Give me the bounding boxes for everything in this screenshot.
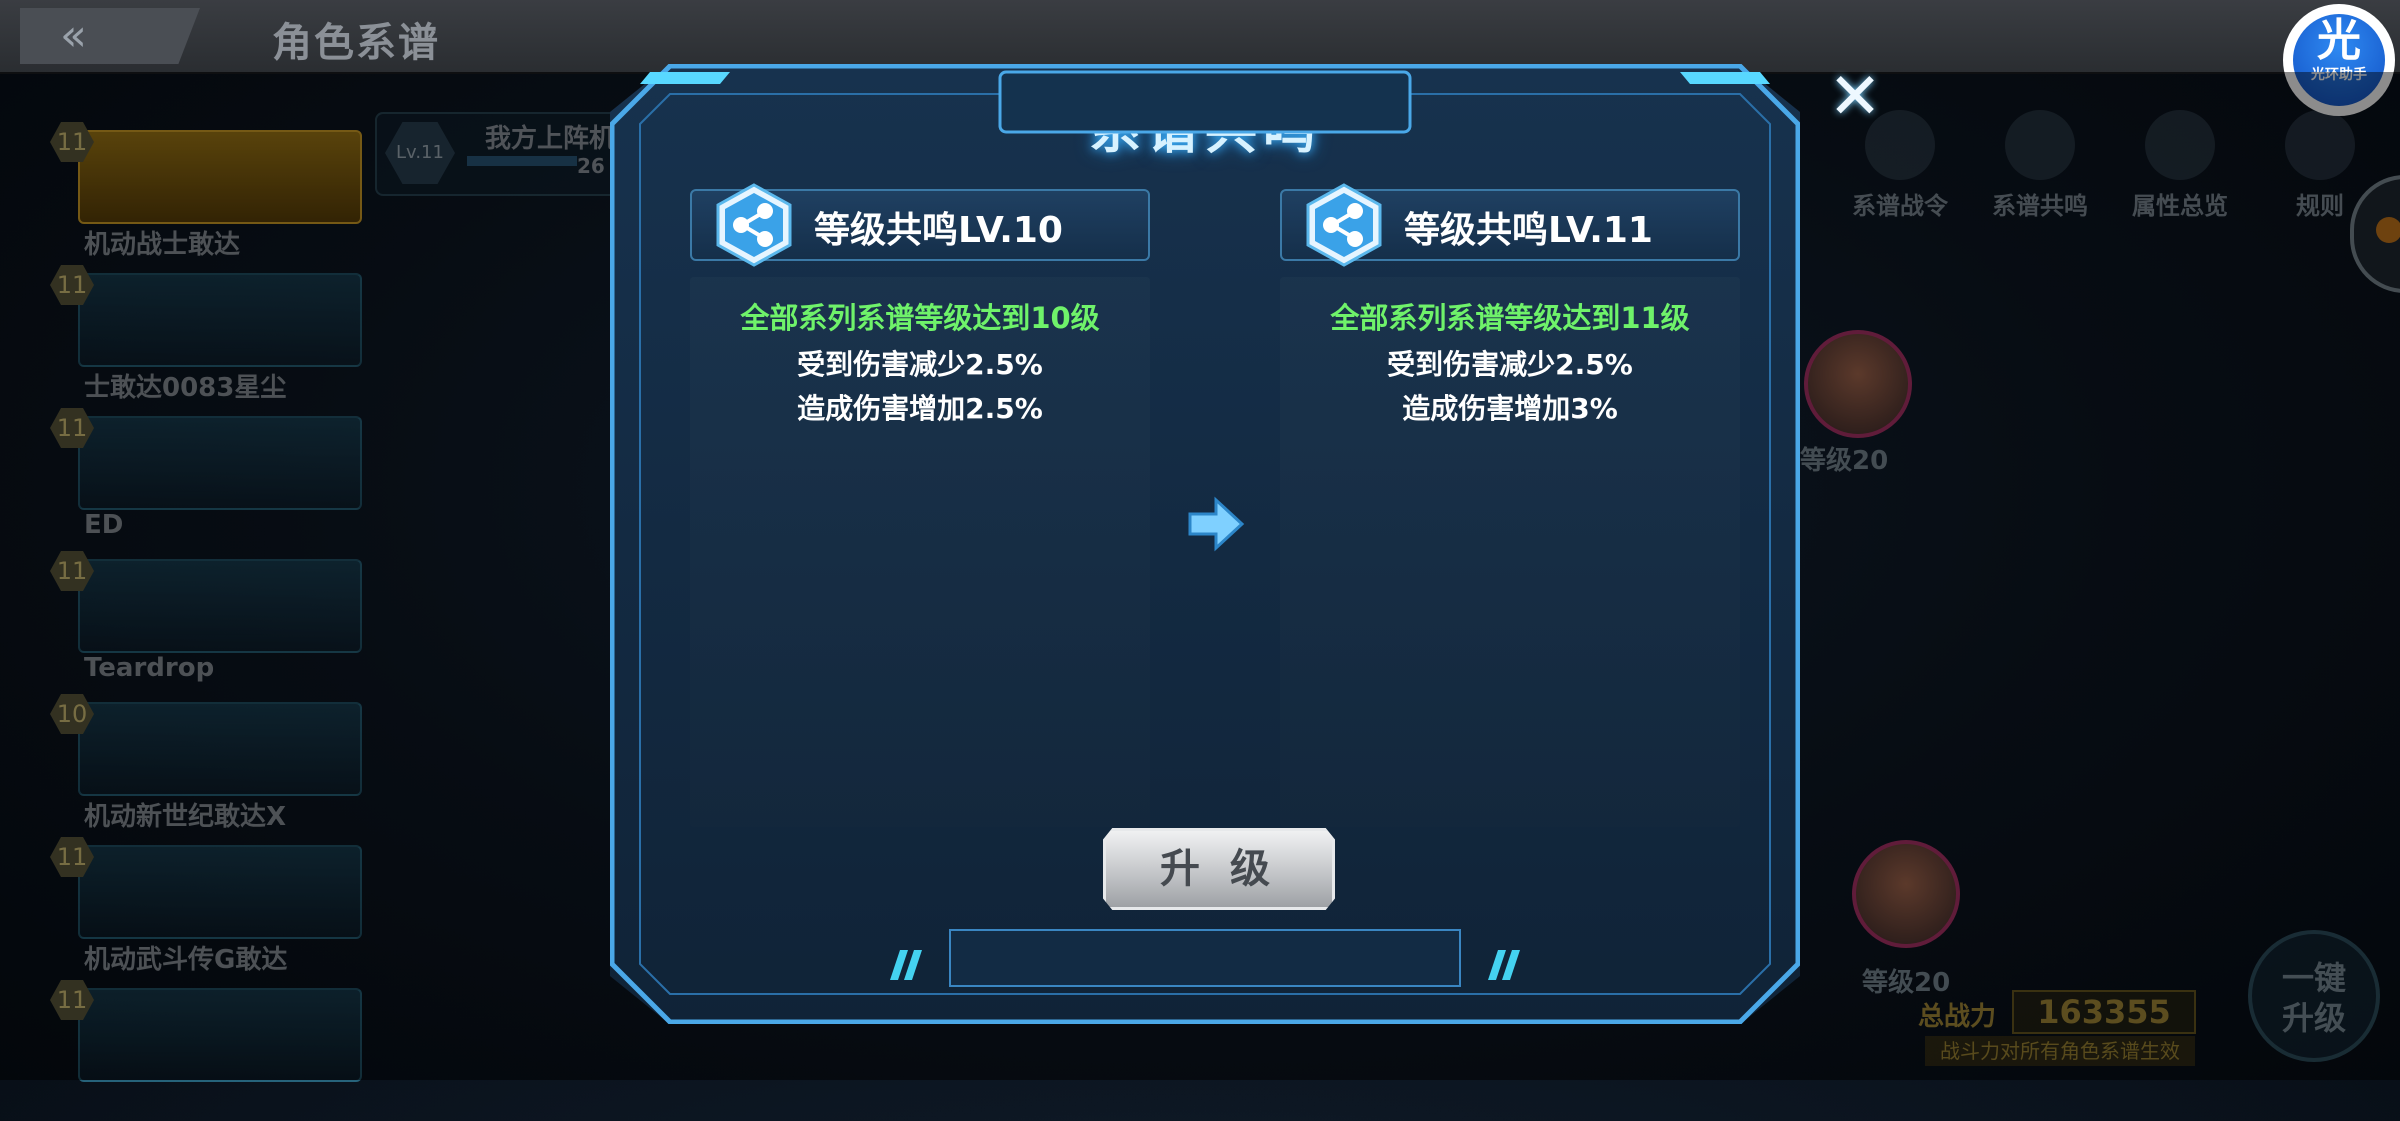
footer-note: 技能效果里只在战斗中生效 <box>1025 956 1385 991</box>
back-button[interactable]: « <box>20 8 200 64</box>
resonance-condition: 全部系列系谱等级达到10级 <box>740 301 1100 335</box>
resonance-dialog: 系谱共鸣 等级共鸣LV.10 全部系列系谱等级达到10级 受到伤害减少2.5% … <box>610 64 1800 1024</box>
resonance-effect: 受到伤害减少2.5% <box>1387 348 1633 381</box>
footer-decoration-icon <box>1488 950 1520 980</box>
panel-body: 全部系列系谱等级达到11级 受到伤害减少2.5% 造成伤害增加3% <box>1280 277 1740 827</box>
share-nodes-icon <box>1306 183 1382 267</box>
panel-body: 全部系列系谱等级达到10级 受到伤害减少2.5% 造成伤害增加2.5% <box>690 277 1150 827</box>
panel-title: 等级共鸣LV.11 <box>1404 210 1653 251</box>
resonance-effect: 造成伤害增加3% <box>1402 392 1618 425</box>
screen-title: 角色系谱 <box>272 20 440 66</box>
current-resonance-panel: 等级共鸣LV.10 全部系列系谱等级达到10级 受到伤害减少2.5% 造成伤害增… <box>690 183 1150 829</box>
share-nodes-icon <box>716 183 792 267</box>
next-resonance-panel: 等级共鸣LV.11 全部系列系谱等级达到11级 受到伤害减少2.5% 造成伤害增… <box>1280 183 1740 829</box>
arrow-right-icon <box>1188 496 1245 552</box>
upgrade-button[interactable]: 升 级 <box>1103 828 1335 910</box>
resonance-effect: 受到伤害减少2.5% <box>797 348 1043 381</box>
double-chevron-left-icon: « <box>60 10 87 61</box>
close-icon[interactable]: ✕ <box>1820 62 1890 132</box>
resonance-condition: 全部系列系谱等级达到11级 <box>1330 301 1690 335</box>
top-bar: « 角色系谱 <box>0 0 2400 74</box>
dialog-title: 系谱共鸣 <box>1088 101 1321 161</box>
resonance-effect: 造成伤害增加2.5% <box>797 392 1043 425</box>
panel-title: 等级共鸣LV.10 <box>814 210 1063 251</box>
halo-glyph: 光 <box>2317 15 2361 66</box>
